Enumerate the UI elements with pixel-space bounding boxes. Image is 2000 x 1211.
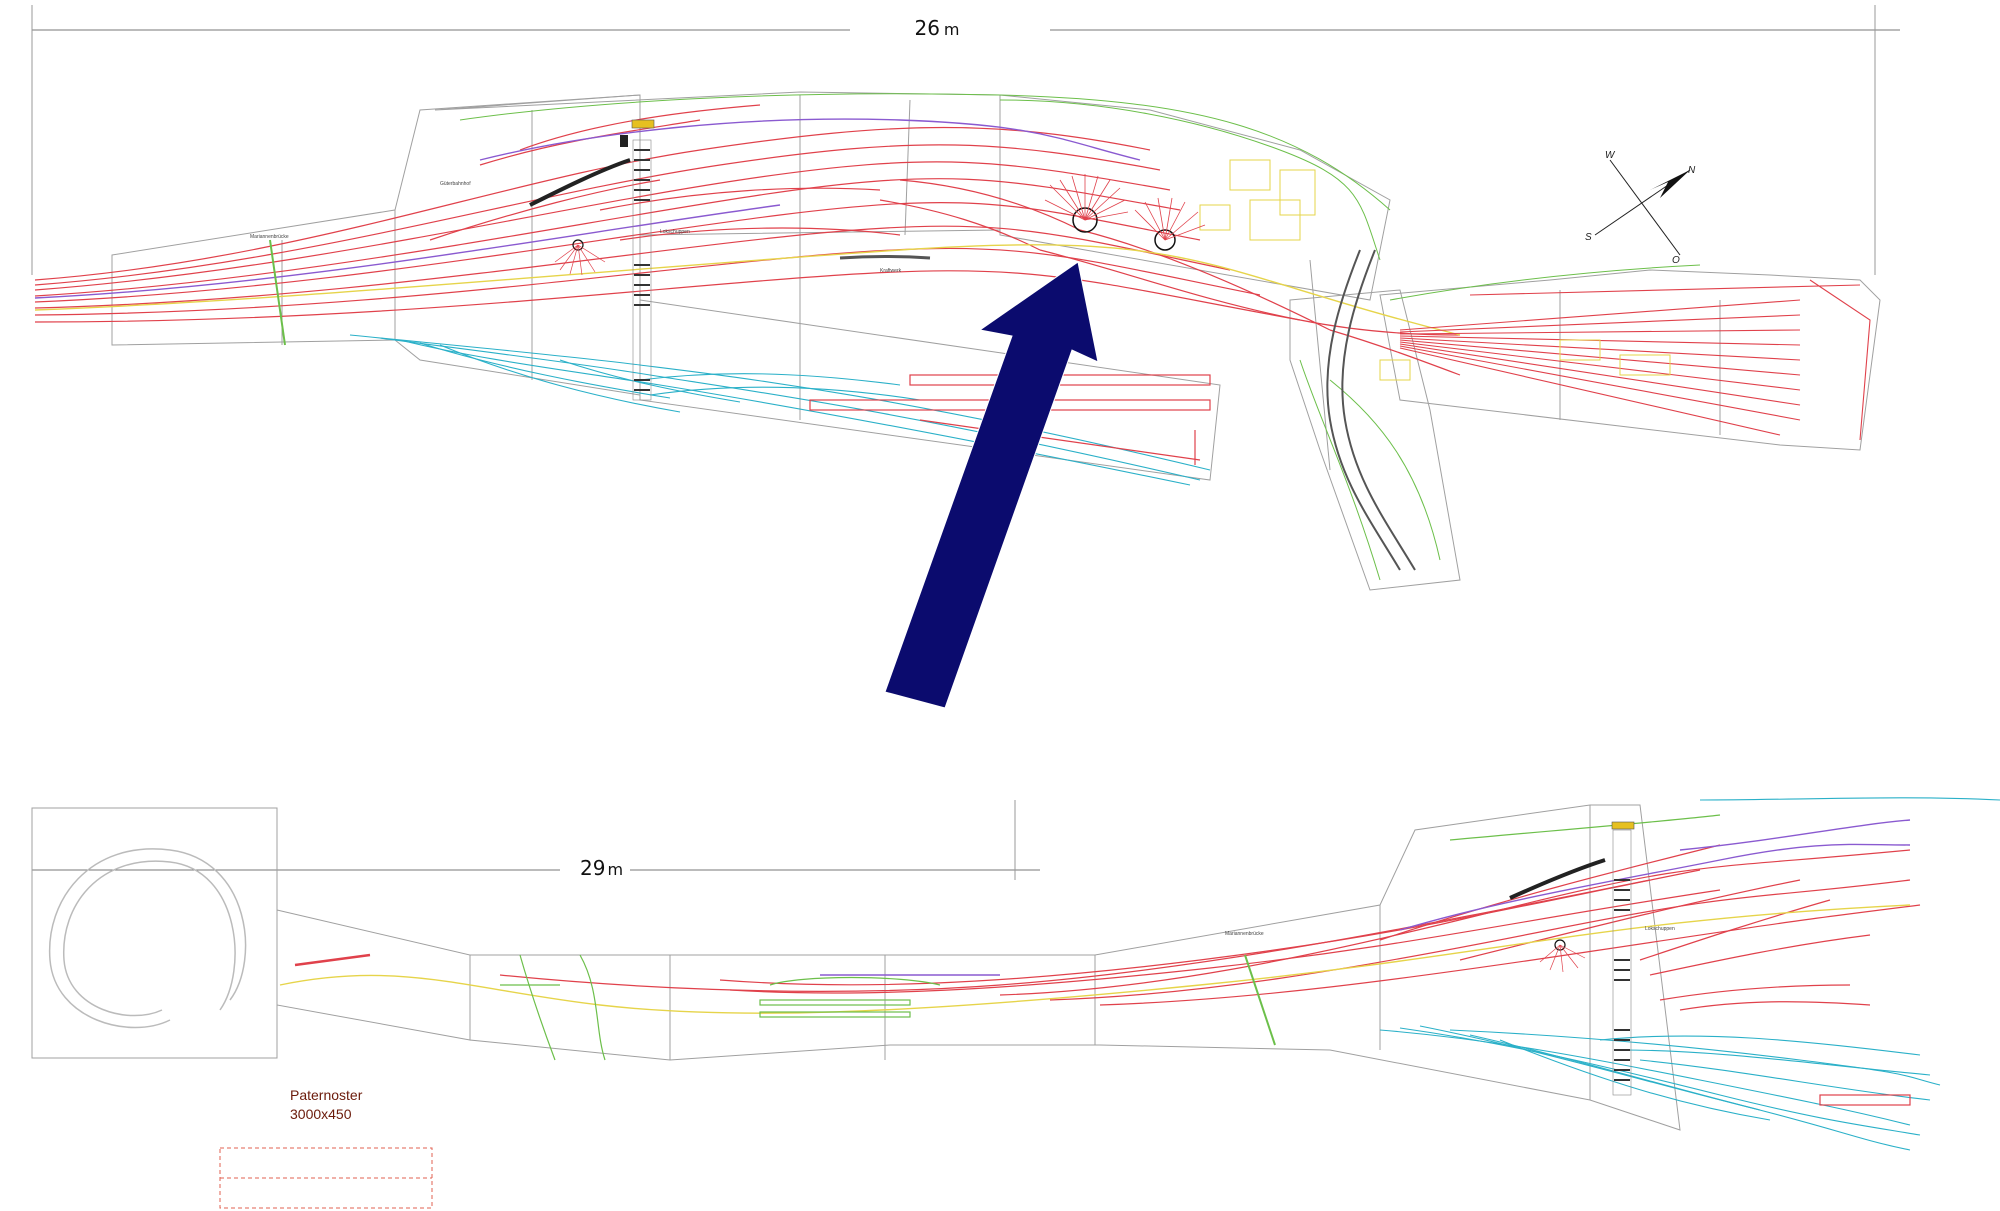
top-dimension-value: 26	[914, 16, 939, 40]
top-accent-lines	[34, 118, 1461, 336]
compass-south: S	[1585, 232, 1592, 243]
track-plan: 26 m Mariannenbrücke Lokschuppen Kraftwe…	[31, 5, 2000, 1209]
svg-text:26m: 26 m	[914, 16, 959, 40]
bridge-label-top: Mariannenbrücke	[250, 234, 289, 240]
top-buildings	[1199, 159, 1671, 381]
turntable-secondary	[1134, 197, 1206, 251]
depot-label: Lokschuppen	[660, 229, 690, 235]
top-right-yard	[1399, 279, 1871, 441]
pointer-arrow	[884, 261, 1099, 709]
bottom-dimension-unit: m	[607, 860, 623, 879]
paternoster-block: Paternoster 3000x450	[219, 1087, 433, 1209]
compass-east: O	[1672, 255, 1680, 266]
top-dimension: 26 m	[31, 5, 1900, 275]
bridge-label-bottom: Mariannenbrücke	[1225, 931, 1264, 937]
bottom-dimension-value: 29	[580, 856, 605, 880]
bottom-scenery	[500, 814, 1721, 1061]
compass-north: N	[1688, 165, 1696, 176]
paternoster-size: 3000x450	[290, 1106, 352, 1122]
top-dimension-unit: m	[944, 20, 960, 39]
top-main-tracks	[34, 104, 1461, 376]
top-map-labels: Mariannenbrücke Lokschuppen Kraftwerk Gü…	[250, 181, 902, 274]
helix-loop	[48, 848, 247, 1029]
compass-west: W	[1605, 150, 1616, 161]
compass-rose: W N S O	[1585, 150, 1696, 266]
industry-label: Kraftwerk	[880, 268, 902, 274]
freight-label-top: Güterbahnhof	[440, 181, 471, 187]
paternoster-title: Paternoster	[290, 1087, 363, 1103]
loco-shed-label: Lokschuppen	[1645, 926, 1675, 932]
bottom-baseboards	[31, 804, 1681, 1131]
svg-text:29m: 29 m	[580, 856, 623, 880]
bottom-dimension: 29 m	[32, 800, 1040, 880]
